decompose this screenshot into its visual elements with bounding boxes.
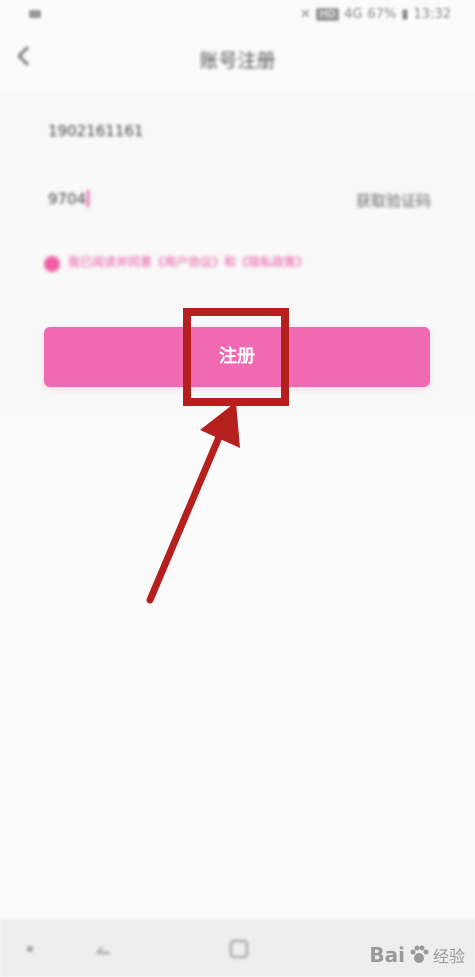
get-code-button[interactable]: 获取验证码 [356,190,431,211]
screen: ✕ HD 4G 67% ▮ 13:32 账号注册 1902161161 9704… [0,0,475,977]
mute-icon: ✕ [299,7,311,22]
phone-field[interactable]: 1902161161 [48,112,431,156]
code-input-value[interactable]: 9704 [48,190,86,208]
menu-icon[interactable] [18,937,42,961]
hd-badge: HD [315,8,340,21]
header: 账号注册 [0,32,475,82]
agreement-check-icon[interactable] [44,256,60,272]
watermark-brand: Bai [369,943,405,967]
agreement-row[interactable]: 我已阅读并同意《用户协议》和《隐私政策》 [44,252,395,272]
home-icon[interactable] [227,937,251,961]
clock: 13:32 [413,7,451,22]
battery-text: 67% [367,7,397,22]
watermark-suffix: 经验 [432,947,465,966]
page-title: 账号注册 [199,50,276,72]
notification-icon [29,10,41,18]
signal-text: 4G [344,7,363,22]
back-icon[interactable] [92,937,116,961]
agreement-text[interactable]: 我已阅读并同意《用户协议》和《隐私政策》 [68,252,395,272]
paw-logo-icon [410,945,429,963]
verification-code-field[interactable]: 9704 获取验证码 [48,180,431,224]
phone-input-value[interactable]: 1902161161 [48,122,143,140]
status-indicators: ✕ HD 4G 67% ▮ 13:32 [300,7,451,22]
status-bar: ✕ HD 4G 67% ▮ 13:32 [0,0,475,32]
text-caret [87,190,90,207]
battery-icon: ▮ [401,7,409,22]
annotation-highlight-box [183,308,289,406]
code-input-wrapper[interactable]: 9704 [48,190,90,208]
baidu-jingyan-watermark: Bai 经验 [369,943,465,967]
